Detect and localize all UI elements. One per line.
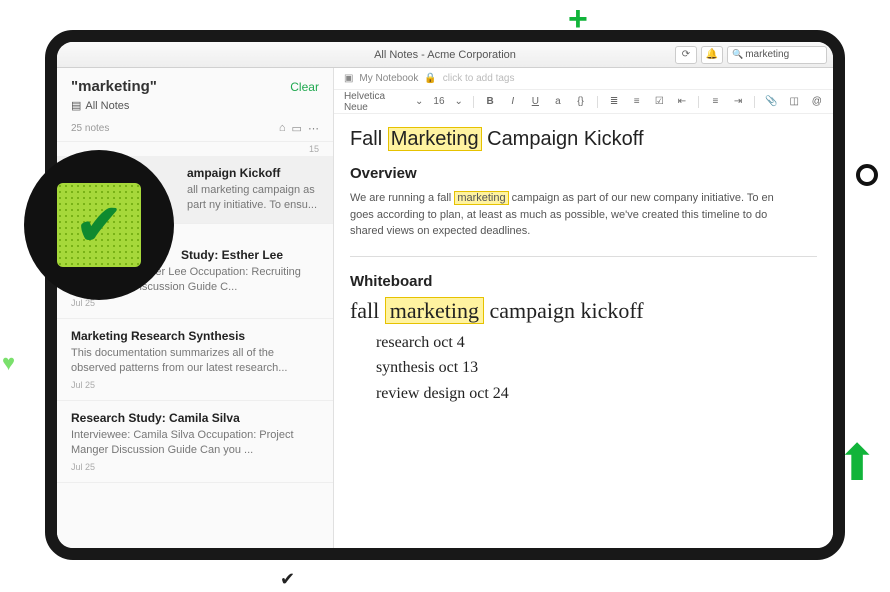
code-button[interactable]: {}: [574, 96, 587, 107]
breadcrumb: ▣ My Notebook 🔒 click to add tags: [334, 68, 833, 90]
search-query-title: "marketing": [71, 78, 157, 95]
chevron-down-icon[interactable]: ⌄: [455, 96, 463, 107]
note-count: 25 notes: [71, 123, 109, 134]
notebook-name[interactable]: My Notebook: [359, 73, 418, 84]
list-number-button[interactable]: ≡: [630, 96, 643, 107]
divider: [350, 256, 817, 257]
note-title: Marketing Research Synthesis: [71, 329, 319, 343]
color-button[interactable]: a: [552, 96, 565, 107]
highlight: marketing: [385, 297, 484, 324]
link-button[interactable]: @: [810, 96, 823, 107]
decoration-heart: ♥: [2, 350, 15, 376]
note-item[interactable]: Marketing Research Synthesis This docume…: [57, 319, 333, 401]
note-date: Jul 25: [71, 380, 319, 390]
handwriting-task: synthesis oct 13: [376, 355, 817, 381]
tags-placeholder[interactable]: click to add tags: [443, 73, 515, 84]
lock-icon: 🔒: [424, 73, 436, 84]
indent-button[interactable]: ⇥: [732, 96, 745, 107]
outdent-button[interactable]: ⇤: [676, 96, 689, 107]
search-input[interactable]: 🔍 marketing: [727, 46, 827, 64]
font-size[interactable]: 16: [433, 96, 444, 107]
more-icon[interactable]: ⋯: [308, 122, 319, 135]
titlebar: All Notes - Acme Corporation ⟳ 🔔 🔍 marke…: [57, 42, 833, 68]
app-window: All Notes - Acme Corporation ⟳ 🔔 🔍 marke…: [57, 42, 833, 548]
note-snippet: all marketing campaign as part ny initia…: [187, 183, 319, 213]
sync-button[interactable]: ⟳: [675, 46, 697, 64]
tag-filter-icon[interactable]: ▭: [292, 122, 302, 135]
italic-button[interactable]: I: [506, 96, 519, 107]
note-date: Jul 25: [71, 298, 319, 308]
format-toolbar: Helvetica Neue ⌄ 16 ⌄ B I U a {} ≣ ≡ ☑ ⇤…: [334, 90, 833, 114]
scope-label: All Notes: [85, 100, 129, 112]
note-heading: Fall Marketing Campaign Kickoff: [350, 128, 817, 151]
checkmark-icon: ✔: [76, 192, 123, 258]
handwriting-task: review design oct 24: [376, 381, 817, 407]
clear-button[interactable]: Clear: [290, 80, 319, 94]
handwriting-task: research oct 4: [376, 330, 817, 356]
chevron-down-icon[interactable]: ⌄: [415, 96, 423, 107]
note-snippet: Interviewee: Camila Silva Occupation: Pr…: [71, 428, 319, 458]
note-item[interactable]: Research Study: Camila Silva Interviewee…: [57, 401, 333, 483]
note-snippet: This documentation summarizes all of the…: [71, 346, 319, 376]
underline-button[interactable]: U: [529, 96, 542, 107]
device-frame: All Notes - Acme Corporation ⟳ 🔔 🔍 marke…: [45, 30, 845, 560]
bold-button[interactable]: B: [484, 96, 497, 107]
decoration-checkmark: ✔: [280, 569, 295, 590]
notifications-button[interactable]: 🔔: [701, 46, 723, 64]
table-button[interactable]: ◫: [788, 96, 801, 107]
window-title: All Notes - Acme Corporation: [374, 49, 516, 61]
handwriting: fall marketing campaign kickoff: [350, 298, 817, 324]
notebook-icon: ▣: [344, 73, 353, 84]
highlight: Marketing: [388, 127, 482, 151]
search-icon: 🔍: [732, 49, 743, 60]
decoration-ring: [856, 164, 878, 186]
notes-sidebar: "marketing" Clear ▤ All Notes 25 notes ⌂…: [57, 68, 334, 548]
section-heading: Whiteboard: [350, 273, 817, 290]
note-title: ampaign Kickoff: [187, 166, 319, 180]
font-select[interactable]: Helvetica Neue: [344, 91, 405, 113]
note-title: Research Study: Camila Silva: [71, 411, 319, 425]
reminder-icon[interactable]: ⌂: [279, 122, 286, 135]
highlight: marketing: [454, 191, 508, 205]
note-date: Jul 25: [71, 462, 319, 472]
align-button[interactable]: ≡: [709, 96, 722, 107]
app-badge: ✔: [24, 150, 174, 300]
attach-button[interactable]: 📎: [765, 96, 778, 107]
list-bullet-button[interactable]: ≣: [608, 96, 621, 107]
badge-tile: ✔: [57, 183, 141, 267]
checklist-button[interactable]: ☑: [653, 96, 666, 107]
search-value: marketing: [745, 49, 789, 60]
notes-icon: ▤: [71, 99, 81, 112]
note-editor: ▣ My Notebook 🔒 click to add tags Helvet…: [334, 68, 833, 548]
paragraph: We are running a fall marketing campaign…: [350, 190, 817, 240]
section-heading: Overview: [350, 165, 817, 182]
document-body[interactable]: Fall Marketing Campaign Kickoff Overview…: [334, 114, 833, 420]
